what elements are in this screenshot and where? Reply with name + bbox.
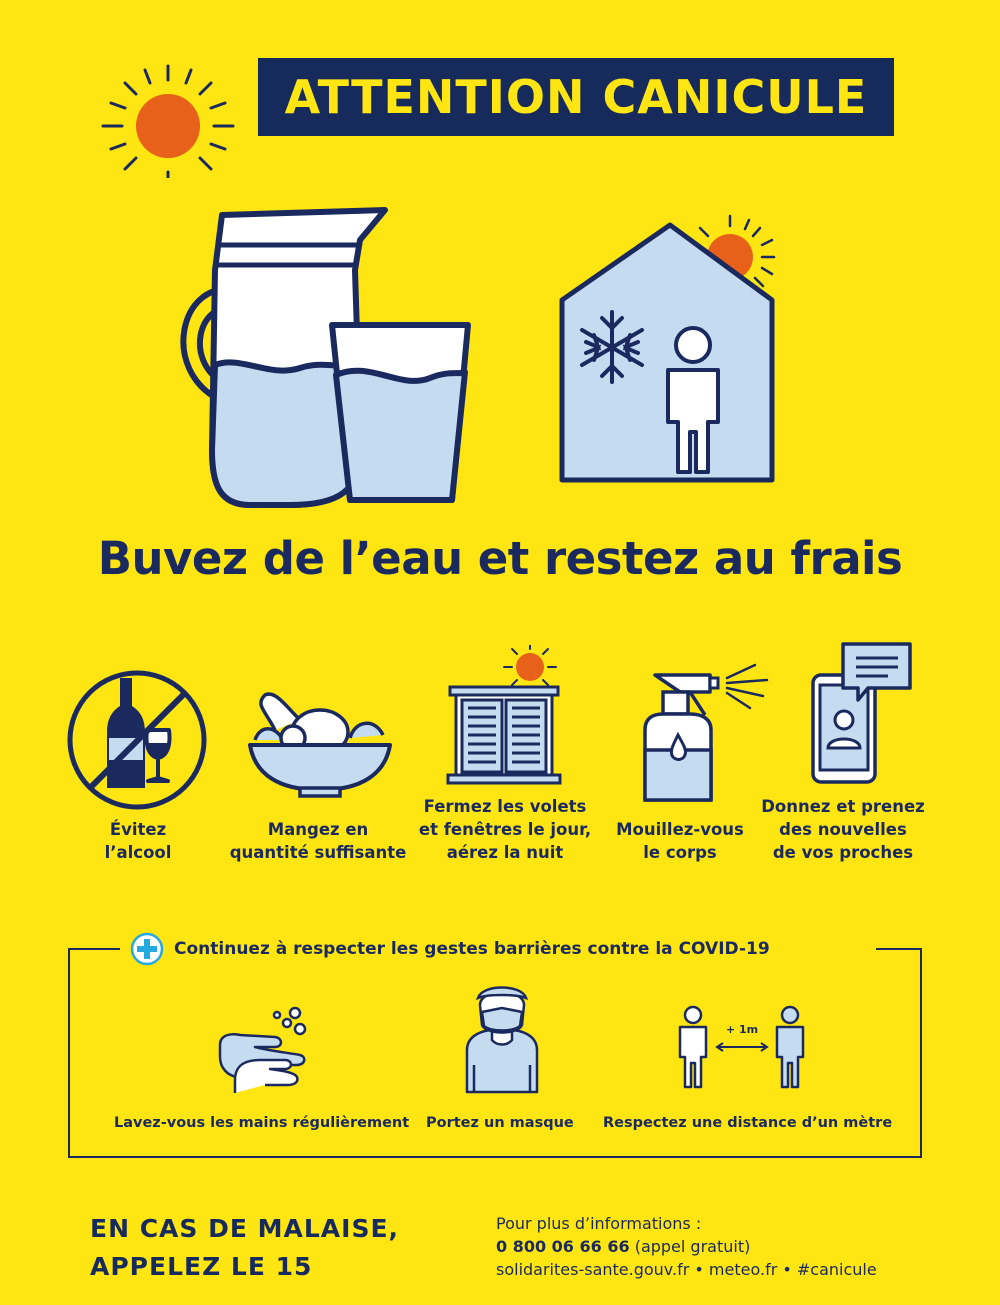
mask-person-icon [465,986,539,1094]
cool-house-icon [559,214,776,483]
water-pitcher-icon [180,207,471,508]
info-block: Pour plus d’informations : 0 800 06 66 6… [496,1212,877,1281]
headline: Buvez de l’eau et restez au frais [97,532,903,585]
page-title: ATTENTION CANICULE [284,70,868,124]
covid-item-label: Lavez-vous les mains régulièrement [114,1115,410,1131]
covid-title: Continuez à respecter les gestes barrièr… [174,939,770,959]
phone-number[interactable]: 0 800 06 66 66 [496,1237,630,1256]
phone-note: (appel gratuit) [629,1237,751,1256]
distance-icon: + 1m [678,1005,805,1089]
info-links[interactable]: solidarites-sante.gouv.fr • meteo.fr • #… [496,1258,877,1281]
sun-icon [101,64,235,178]
phone-line: 0 800 06 66 66 (appel gratuit) [496,1235,877,1258]
plus-icon [130,932,164,966]
info-label: Pour plus d’informations : [496,1214,702,1233]
tip-label: Fermez les volets et fenêtres le jour, a… [418,797,592,862]
covid-item-label: Respectez une distance d’un mètre [603,1115,893,1131]
tip-label: Mangez en quantité suffisante [229,820,407,862]
spray-bottle-icon [643,663,769,802]
covid-header: Continuez à respecter les gestes barrièr… [130,932,770,966]
phone-message-icon [811,642,912,784]
tip-label: Mouillez-vous le corps [616,820,744,862]
shutters-icon [446,645,562,785]
tip-label: Évitez l’alcool [104,820,172,862]
salad-bowl-icon [248,692,392,798]
title-banner: ATTENTION CANICULE [258,58,894,136]
no-alcohol-icon [67,670,207,810]
emergency-notice: EN CAS DE MALAISE, APPELEZ LE 15 [90,1214,400,1281]
covid-item-label: Portez un masque [426,1115,574,1131]
distance-label: + 1m [726,1023,758,1036]
hand-washing-icon [218,1006,307,1093]
tip-label: Donnez et prenez des nouvelles de vos pr… [761,797,925,862]
